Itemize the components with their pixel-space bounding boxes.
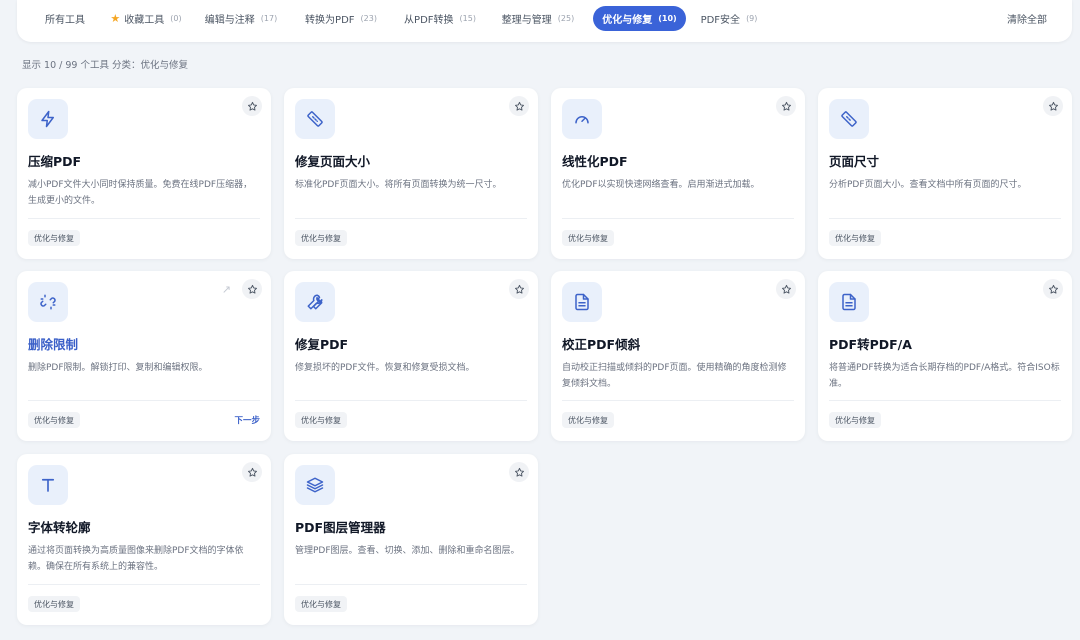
tool-card-fonts-to-outlines[interactable]: 字体转轮廓 通过将页面转换为高质量图像来删除PDF文档的字体依赖。确保在所有系统… — [17, 454, 271, 625]
tab-pdf-security[interactable]: PDF安全 (9) — [695, 6, 763, 31]
star-icon: ★ — [110, 12, 121, 25]
tool-description: 优化PDF以实现快速网络查看。启用渐进式加载。 — [562, 180, 760, 190]
tab-organize-manage[interactable]: 整理与管理 (25) — [494, 6, 582, 31]
tab-label: 所有工具 — [45, 15, 85, 26]
category-tag: 优化与修复 — [295, 596, 347, 612]
tab-edit-annotate[interactable]: 编辑与注释 (17) — [199, 6, 283, 31]
layers-icon — [295, 465, 335, 505]
tool-title: 修复PDF — [295, 337, 349, 352]
tool-card-pdf-to-pdfa[interactable]: PDF转PDF/A 将普通PDF转换为适合长期存档的PDF/A格式。符合ISO标… — [818, 271, 1072, 441]
card-divider — [829, 400, 1061, 401]
category-tag: 优化与修复 — [295, 230, 347, 246]
tool-description: 删除PDF限制。解锁打印、复制和编辑权限。 — [28, 363, 208, 373]
category-tag: 优化与修复 — [562, 412, 614, 428]
category-tag: 优化与修复 — [28, 596, 80, 612]
tool-title: PDF转PDF/A — [829, 337, 912, 352]
tab-label: 转换为PDF — [305, 15, 355, 26]
tab-label: 从PDF转换 — [404, 15, 454, 26]
tool-title: 删除限制 — [28, 337, 79, 352]
card-divider — [295, 584, 527, 585]
category-tag: 优化与修复 — [28, 230, 80, 246]
favorite-star-icon[interactable] — [776, 279, 796, 299]
tool-title: 压缩PDF — [28, 154, 82, 169]
tool-title: 页面尺寸 — [829, 154, 880, 169]
favorite-star-icon[interactable] — [242, 462, 262, 482]
category-filter-bar: 所有工具 ★ 收藏工具 (0) 编辑与注释 (17) 转换为PDF (23) 从… — [17, 0, 1072, 42]
tool-description: 减小PDF文件大小同时保持质量。免费在线PDF压缩器，生成更小的文件。 — [28, 180, 253, 206]
tool-card-repair-pdf[interactable]: 修复PDF 修复损坏的PDF文件。恢复和修复受损文档。 优化与修复 — [284, 271, 538, 441]
tool-title: PDF图层管理器 — [295, 520, 386, 535]
tab-convert-to-pdf[interactable]: 转换为PDF (23) — [297, 6, 385, 31]
tool-description: 分析PDF页面大小。查看文档中所有页面的尺寸。 — [829, 180, 1027, 190]
tool-title: 校正PDF倾斜 — [562, 337, 641, 352]
clear-all-button[interactable]: 清除全部 — [1007, 6, 1047, 31]
tool-card-deskew-pdf[interactable]: 校正PDF倾斜 自动校正扫描或倾斜的PDF页面。使用精确的角度检测修复倾斜文档。… — [551, 271, 805, 441]
category-tag: 优化与修复 — [295, 412, 347, 428]
gauge-icon — [562, 99, 602, 139]
tab-count: (15) — [459, 14, 476, 23]
unlink-icon — [28, 282, 68, 322]
tab-count: (23) — [360, 14, 377, 23]
card-divider — [295, 218, 527, 219]
tool-title: 字体转轮廓 — [28, 520, 91, 535]
category-tag: 优化与修复 — [28, 412, 80, 428]
card-divider — [295, 400, 527, 401]
category-tag: 优化与修复 — [562, 230, 614, 246]
tool-description: 将普通PDF转换为适合长期存档的PDF/A格式。符合ISO标准。 — [829, 363, 1060, 389]
favorite-star-icon[interactable] — [242, 279, 262, 299]
tab-optimize-repair[interactable]: 优化与修复 (10) — [593, 6, 686, 31]
tool-card-fix-page-size[interactable]: 修复页面大小 标准化PDF页面大小。将所有页面转换为统一尺寸。 优化与修复 — [284, 88, 538, 259]
card-divider — [562, 400, 794, 401]
tab-label: 编辑与注释 — [204, 15, 255, 26]
favorite-star-icon[interactable] — [1043, 96, 1063, 116]
wrench-icon — [295, 282, 335, 322]
category-tag: 优化与修复 — [829, 230, 881, 246]
document-icon — [829, 282, 869, 322]
tool-title: 线性化PDF — [562, 154, 628, 169]
tab-label: 优化与修复 — [602, 15, 653, 26]
tool-description: 标准化PDF页面大小。将所有页面转换为统一尺寸。 — [295, 180, 502, 190]
tool-title: 修复页面大小 — [295, 154, 371, 169]
tab-count: (0) — [170, 14, 182, 23]
card-divider — [562, 218, 794, 219]
tool-card-compress-pdf[interactable]: 压缩PDF 减小PDF文件大小同时保持质量。免费在线PDF压缩器，生成更小的文件… — [17, 88, 271, 259]
card-divider — [829, 218, 1061, 219]
tab-label: PDF安全 — [700, 15, 741, 26]
tool-description: 自动校正扫描或倾斜的PDF页面。使用精确的角度检测修复倾斜文档。 — [562, 363, 787, 389]
ruler-icon — [295, 99, 335, 139]
tool-card-remove-restrictions[interactable]: ↗ 删除限制 删除PDF限制。解锁打印、复制和编辑权限。 优化与修复 下一步 — [17, 271, 271, 441]
favorite-star-icon[interactable] — [509, 96, 529, 116]
card-divider — [28, 584, 260, 585]
tab-label: 整理与管理 — [501, 15, 552, 26]
card-divider — [28, 218, 260, 219]
arrow-up-right-icon: ↗ — [221, 283, 231, 296]
tool-description: 通过将页面转换为高质量图像来删除PDF文档的字体依赖。确保在所有系统上的兼容性。 — [28, 546, 244, 572]
tool-card-linearize-pdf[interactable]: 线性化PDF 优化PDF以实现快速网络查看。启用渐进式加载。 优化与修复 — [551, 88, 805, 259]
tab-label: 收藏工具 — [124, 15, 165, 26]
favorite-star-icon[interactable] — [776, 96, 796, 116]
favorite-star-icon[interactable] — [509, 279, 529, 299]
favorite-star-icon[interactable] — [1043, 279, 1063, 299]
favorite-star-icon[interactable] — [509, 462, 529, 482]
tab-convert-from-pdf[interactable]: 从PDF转换 (15) — [397, 6, 483, 31]
result-count-text: 显示 10 / 99 个工具 分类：优化与修复 — [22, 60, 188, 71]
tab-count: (17) — [260, 14, 278, 23]
tab-count: (9) — [746, 14, 758, 23]
document-icon — [562, 282, 602, 322]
lightning-icon — [28, 99, 68, 139]
tool-description: 修复损坏的PDF文件。恢复和修复受损文档。 — [295, 363, 475, 373]
tool-card-pdf-layer-manager[interactable]: PDF图层管理器 管理PDF图层。查看、切换、添加、删除和重命名图层。 优化与修… — [284, 454, 538, 625]
favorite-star-icon[interactable] — [242, 96, 262, 116]
tab-count: (25) — [557, 14, 575, 23]
tab-all-tools[interactable]: 所有工具 — [31, 6, 99, 31]
category-tag: 优化与修复 — [829, 412, 881, 428]
ruler-icon — [829, 99, 869, 139]
type-icon — [28, 465, 68, 505]
tool-card-page-dimensions[interactable]: 页面尺寸 分析PDF页面大小。查看文档中所有页面的尺寸。 优化与修复 — [818, 88, 1072, 259]
next-step-link[interactable]: 下一步 — [234, 414, 260, 426]
tool-description: 管理PDF图层。查看、切换、添加、删除和重命名图层。 — [295, 546, 520, 556]
card-divider — [28, 400, 260, 401]
tab-favorites[interactable]: ★ 收藏工具 (0) — [104, 6, 188, 31]
tab-count: (10) — [658, 14, 677, 23]
